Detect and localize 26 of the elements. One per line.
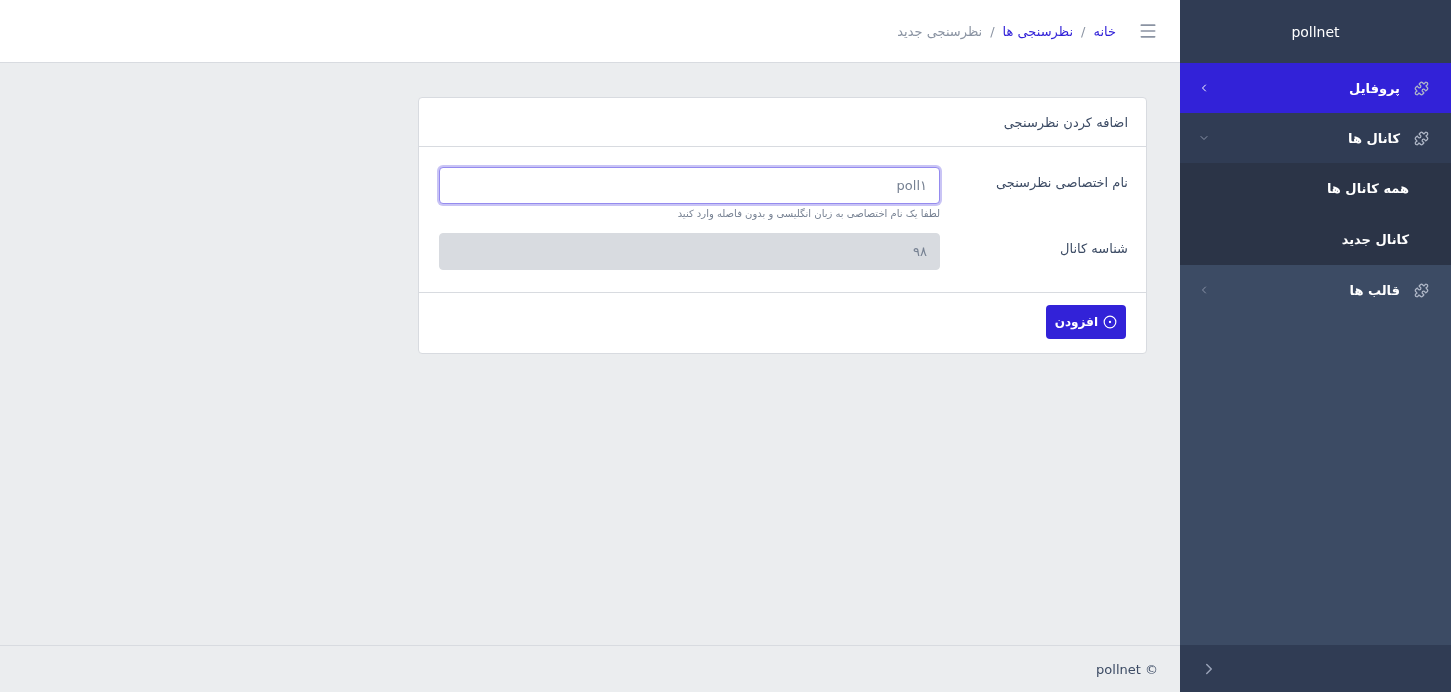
breadcrumb-separator: / [1081,23,1086,39]
field-hint: لطفا یک نام اختصاصی به زبان انگلیسی و بدون فاصله وارد کنید [676,208,940,219]
field-label: نام اختصاصی نظرسنجی [994,174,1128,192]
sidebar-item[interactable]: کانال ها [1180,113,1451,163]
breadcrumb-separator: / [990,23,995,39]
puzzle-icon [1414,130,1429,146]
add-button[interactable]: افزودن [1045,305,1126,339]
puzzle-icon [1414,80,1429,96]
footer-text: pollnet © [1096,661,1158,677]
sidebar-subitem[interactable]: کانال جدید [1180,214,1451,265]
sidebar-item[interactable]: قالب ها [1180,265,1451,315]
breadcrumb-link[interactable]: خانه [1093,23,1116,39]
sidebar-item[interactable]: پروفایل [1180,63,1451,113]
breadcrumb-link[interactable]: نظرسنجی ها [1002,23,1073,39]
menu-icon[interactable] [1138,21,1158,41]
puzzle-icon [1414,282,1429,298]
sidebar-item-label: قالب ها [1349,282,1400,298]
sidebar-item-label: کانال ها [1348,130,1400,146]
breadcrumb-current: نظرسنجی جدید [897,23,983,39]
sidebar-subitem[interactable]: همه کانال ها [1180,163,1451,214]
circle-dot-icon [1103,315,1117,329]
card-title: اضافه کردن نظرسنجی [1003,114,1128,130]
text-field[interactable]: poll۱ [439,167,940,204]
field-label: شناسه کانال [1059,240,1128,258]
sidebar-brand: pollnet [1180,0,1451,63]
sidebar-item-label: پروفایل [1349,80,1400,96]
